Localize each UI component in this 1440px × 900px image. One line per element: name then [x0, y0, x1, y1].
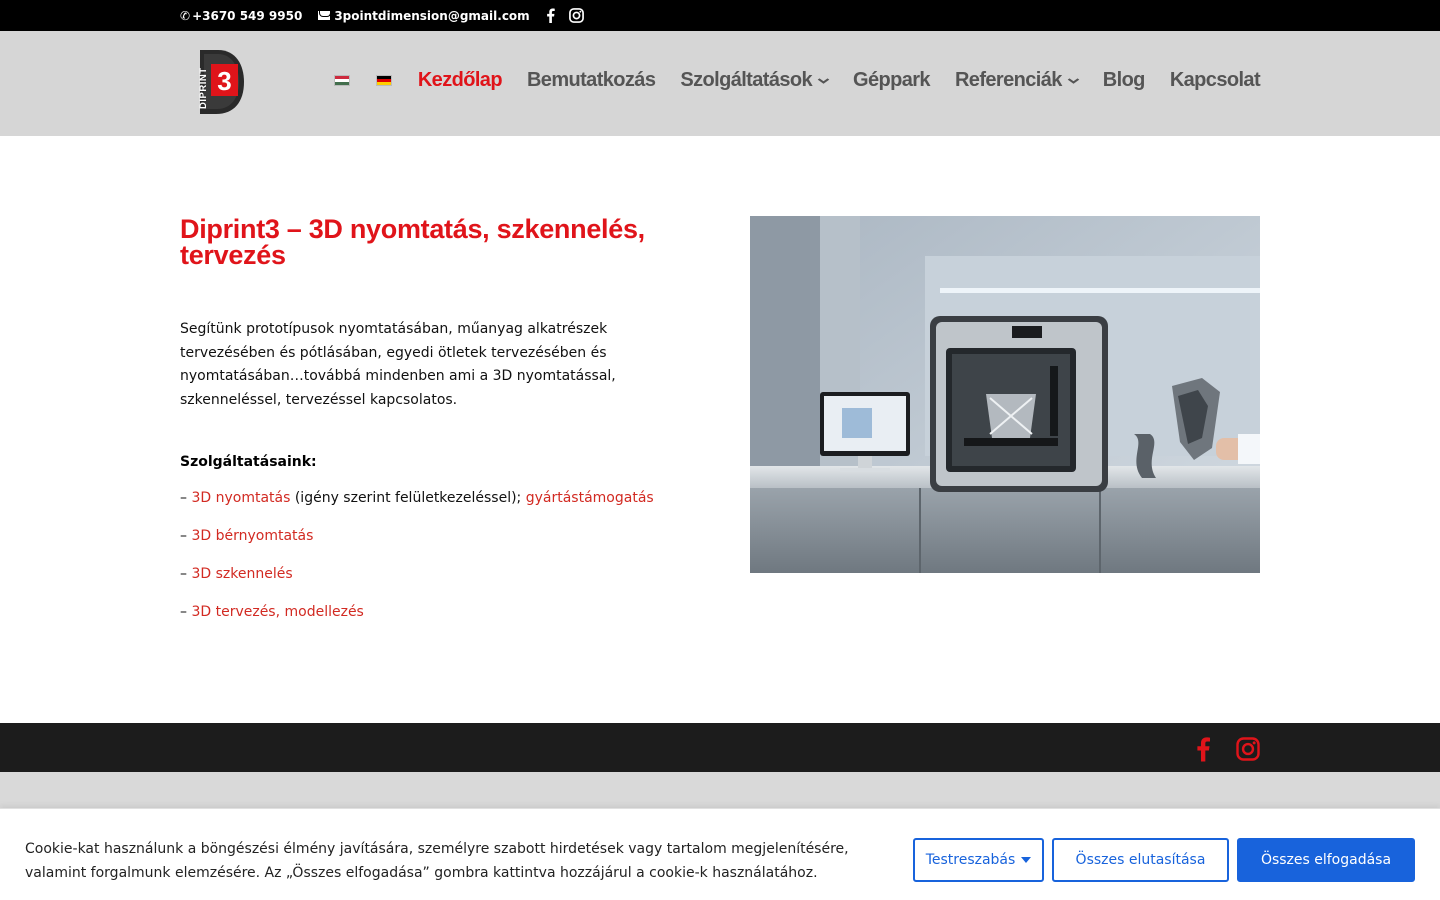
phone-contact[interactable]: ✆ +3670 549 9950: [180, 9, 302, 23]
service-link-rental-printing[interactable]: 3D bérnyomtatás: [191, 528, 313, 544]
dash: –: [180, 566, 187, 582]
facebook-icon[interactable]: [546, 8, 555, 23]
nav-label: Kezdőlap: [417, 69, 503, 91]
nav-item-geppark[interactable]: Géppark: [853, 69, 931, 92]
phone-number: +3670 549 9950: [192, 8, 303, 23]
service-link-3d-printing[interactable]: 3D nyomtatás: [191, 490, 290, 506]
facebook-icon[interactable]: [1196, 736, 1210, 762]
instagram-icon[interactable]: [1236, 737, 1260, 761]
nav-item-kezdolap[interactable]: Kezdőlap: [417, 69, 503, 92]
accept-label: Összes elfogadása: [1260, 852, 1392, 868]
nav-label: Géppark: [853, 69, 931, 91]
service-link-3d-scanning[interactable]: 3D szkennelés: [191, 566, 292, 582]
nav-label: Kapcsolat: [1169, 69, 1261, 91]
service-note: (igény szerint felületkezeléssel);: [290, 490, 526, 506]
cookie-banner: Cookie-kat használunk a böngészési élmén…: [0, 808, 1440, 900]
reject-all-button[interactable]: Összes elutasítása: [1052, 838, 1229, 882]
nav-item-szolgaltatasok[interactable]: Szolgáltatások: [680, 69, 830, 92]
site-footer: [0, 723, 1440, 772]
chevron-down-icon: [1067, 77, 1080, 84]
nav-label: Referenciák: [954, 69, 1062, 91]
main-nav: Kezdőlap Bemutatkozás Szolgáltatások Gép…: [333, 69, 1261, 92]
email-contact[interactable]: 3pointdimension@gmail.com: [302, 8, 530, 23]
service-item: – 3D bérnyomtatás: [180, 524, 700, 548]
accept-all-button[interactable]: Összes elfogadása: [1237, 838, 1415, 882]
intro-paragraph: Segítünk prototípusok nyomtatásában, műa…: [180, 321, 616, 408]
svg-text:DIPRINT: DIPRINT: [198, 68, 209, 110]
de-flag-icon[interactable]: [375, 75, 392, 86]
reject-label: Összes elutasítása: [1075, 852, 1206, 868]
dash: –: [180, 528, 187, 544]
service-link-production-support[interactable]: gyártástámogatás: [526, 490, 654, 506]
nav-item-kapcsolat[interactable]: Kapcsolat: [1169, 69, 1261, 92]
service-item: – 3D nyomtatás (igény szerint felületkez…: [180, 486, 700, 510]
diprint3-logo[interactable]: 3 DIPRINT: [192, 47, 246, 117]
customize-label: Testreszabás: [925, 852, 1016, 868]
service-item: – 3D szkennelés: [180, 562, 700, 586]
intro-section: Diprint3 – 3D nyomtatás, szkennelés, ter…: [180, 216, 700, 624]
service-item: – 3D tervezés, modellezés: [180, 600, 700, 624]
top-bar: ✆ +3670 549 9950 3pointdimension@gmail.c…: [0, 0, 1440, 31]
service-link-3d-design[interactable]: 3D tervezés, modellezés: [191, 604, 363, 620]
caret-down-icon: [1021, 857, 1032, 863]
dash: –: [180, 604, 187, 620]
email-address: 3pointdimension@gmail.com: [334, 8, 530, 23]
phone-icon: ✆: [180, 8, 191, 23]
svg-text:3: 3: [217, 66, 231, 96]
nav-label: Szolgáltatások: [680, 69, 812, 91]
customize-button[interactable]: Testreszabás: [913, 838, 1044, 882]
chevron-down-icon: [817, 77, 830, 84]
nav-label: Bemutatkozás: [526, 69, 656, 91]
dash: –: [180, 490, 187, 506]
page-title: Diprint3 – 3D nyomtatás, szkennelés, ter…: [180, 214, 645, 270]
hero-image-3d-printer: [750, 216, 1260, 573]
nav-item-bemutatkozas[interactable]: Bemutatkozás: [526, 69, 656, 92]
instagram-icon[interactable]: [568, 8, 584, 23]
nav-label: Blog: [1102, 69, 1146, 91]
services-heading: Szolgáltatásaink:: [180, 454, 317, 470]
nav-item-referenciak[interactable]: Referenciák: [954, 69, 1080, 92]
hu-flag-icon[interactable]: [333, 75, 350, 86]
cookie-message: Cookie-kat használunk a böngészési élmén…: [25, 841, 849, 881]
nav-item-blog[interactable]: Blog: [1102, 69, 1146, 92]
mail-icon: [318, 11, 331, 20]
site-header: 3 DIPRINT Kezdőlap Bemutatkozás Szolgált…: [0, 31, 1440, 136]
main-content: Diprint3 – 3D nyomtatás, szkennelés, ter…: [0, 136, 1440, 723]
